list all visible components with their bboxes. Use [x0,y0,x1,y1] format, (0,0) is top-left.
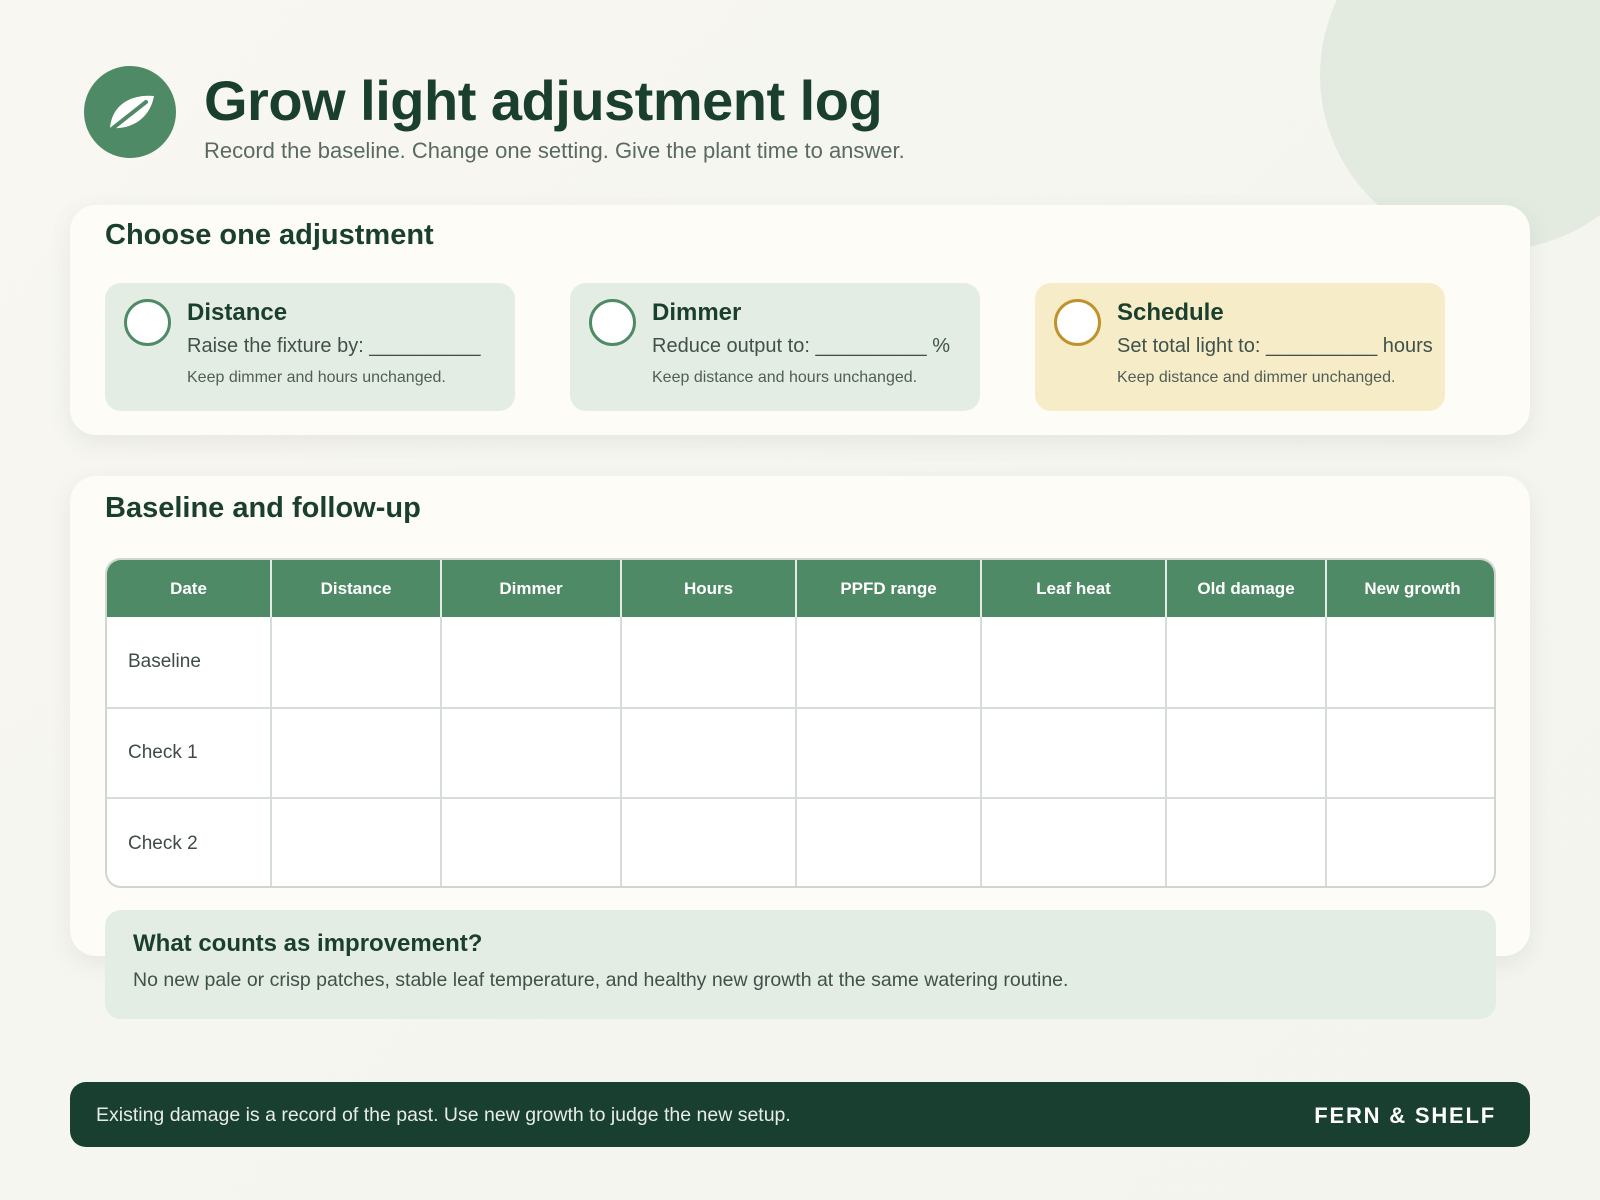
table-cell[interactable] [1166,707,1327,798]
adjustment-panel: Choose one adjustment Distance Raise the… [70,205,1530,435]
row-label: Check 1 [107,707,272,798]
table-row: Check 2 [107,797,1494,886]
row-label: Baseline [107,617,272,708]
table-cell[interactable] [621,707,797,798]
table-cell[interactable] [441,617,622,708]
option-instruction: Raise the fixture by: __________ [187,335,481,357]
table-cell[interactable] [1326,797,1494,886]
schedule-radio[interactable] [1054,299,1101,346]
adjustment-title: Choose one adjustment [105,219,434,251]
page-subtitle: Record the baseline. Change one setting.… [204,137,905,163]
column-header: Date [107,560,272,617]
table-cell[interactable] [271,797,442,886]
option-note: Keep distance and hours unchanged. [652,369,918,386]
table-cell[interactable] [796,617,982,708]
option-schedule[interactable]: Schedule Set total light to: __________ … [1035,283,1445,411]
option-name: Dimmer [652,299,742,326]
brand-logo-text: FERN & SHELF [1314,1103,1496,1128]
table-cell[interactable] [271,617,442,708]
dimmer-radio[interactable] [589,299,636,346]
column-header: Hours [621,560,797,617]
option-name: Distance [187,299,288,326]
column-header: Dimmer [441,560,622,617]
table-cell[interactable] [271,707,442,798]
column-header: Old damage [1166,560,1327,617]
table-cell[interactable] [441,707,622,798]
option-instruction: Set total light to: __________ hours [1117,335,1433,357]
footer-text: Existing damage is a record of the past.… [96,1104,791,1126]
table-row: Baseline [107,617,1494,708]
leaf-icon [84,66,176,158]
improvement-text: No new pale or crisp patches, stable lea… [133,969,1069,991]
table-cell[interactable] [1326,617,1494,708]
page-title: Grow light adjustment log [204,69,883,132]
improvement-title: What counts as improvement? [133,930,483,957]
table-cell[interactable] [1166,797,1327,886]
table-cell[interactable] [621,797,797,886]
table-cell[interactable] [1326,707,1494,798]
table-cell[interactable] [796,707,982,798]
table-cell[interactable] [441,797,622,886]
column-header: New growth [1326,560,1494,617]
log-title: Baseline and follow-up [105,492,421,524]
option-name: Schedule [1117,299,1224,326]
option-distance[interactable]: Distance Raise the fixture by: _________… [105,283,515,411]
row-label: Check 2 [107,797,272,886]
table-cell[interactable] [981,707,1167,798]
option-note: Keep dimmer and hours unchanged. [187,369,446,386]
table-row: Check 1 [107,707,1494,798]
log-table: Date Distance Dimmer Hours PPFD range Le… [105,558,1496,888]
table-cell[interactable] [981,617,1167,708]
column-header: Leaf heat [981,560,1167,617]
table-cell[interactable] [981,797,1167,886]
page-header: Grow light adjustment log Record the bas… [84,66,905,164]
column-header: Distance [271,560,442,617]
improvement-callout: What counts as improvement? No new pale … [105,910,1496,1019]
footer-bar: Existing damage is a record of the past.… [70,1082,1530,1147]
option-instruction: Reduce output to: __________ % [652,335,951,357]
column-header: PPFD range [796,560,982,617]
option-dimmer[interactable]: Dimmer Reduce output to: __________ % Ke… [570,283,980,411]
table-cell[interactable] [1166,617,1327,708]
distance-radio[interactable] [124,299,171,346]
table-header-row: Date Distance Dimmer Hours PPFD range Le… [107,560,1494,617]
option-note: Keep distance and dimmer unchanged. [1117,369,1396,386]
table-cell[interactable] [796,797,982,886]
log-panel: Baseline and follow-up Date Distance Dim… [70,476,1530,956]
table-cell[interactable] [621,617,797,708]
